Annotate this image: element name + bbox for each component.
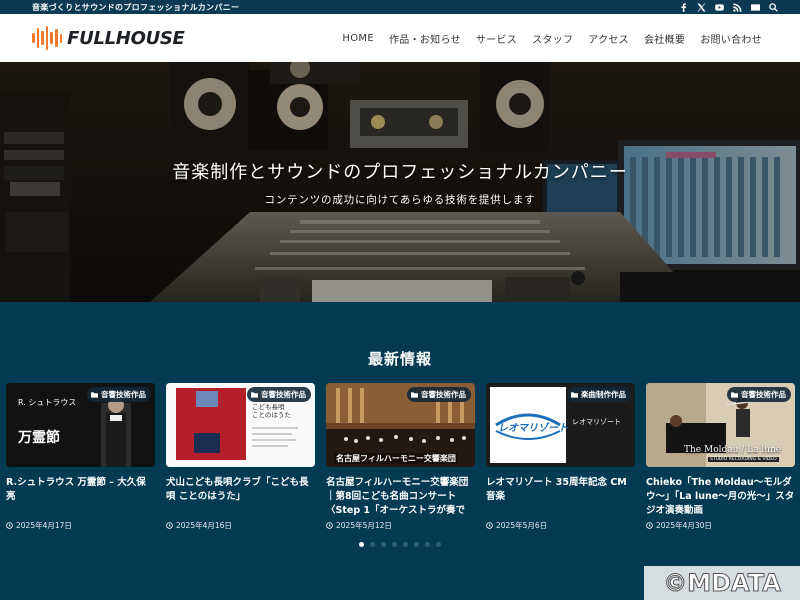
news-card-title[interactable]: 名古屋フィルハーモニー交響楽団｜第8回こども名曲コンサート〈Step 1「オーケ… [326,476,475,518]
news-card-thumbnail[interactable]: 名古屋フィルハーモニー交響楽団 音響技術作品 [326,383,475,467]
date-text: 2025年4月30日 [656,521,712,530]
category-badge[interactable]: 音響技術作品 [727,387,791,402]
category-badge[interactable]: 音響技術作品 [407,387,471,402]
nav-item-staff[interactable]: スタッフ [532,31,573,46]
hero-title: 音楽制作とサウンドのプロフェッショナルカンパニー [172,162,628,183]
news-card[interactable]: R. シュトラウス 万霊節 音響技術作品 R.シュトラウス 万霊節 – 大久保亮… [6,383,155,531]
nav-item-home[interactable]: HOME [342,33,374,44]
category-label: 音響技術作品 [421,390,466,399]
carousel-dot[interactable] [436,542,441,547]
clock-icon [646,522,653,529]
nav-item-services[interactable]: サービス [476,31,517,46]
x-icon[interactable] [697,2,706,12]
carousel-dot[interactable] [381,542,386,547]
news-card-date: 2025年4月16日 [166,520,315,531]
news-card-date: 2025年4月30日 [646,520,795,531]
thumb-caption: 万霊節 [18,430,60,446]
news-card-title[interactable]: レオマリゾート 35周年記念 CM音楽 [486,476,635,518]
category-label: 音響技術作品 [101,390,146,399]
clock-icon [486,522,493,529]
news-card-thumbnail[interactable]: R. シュトラウス 万霊節 音響技術作品 [6,383,155,467]
category-badge[interactable]: 音響技術作品 [87,387,151,402]
nav-item-works-news[interactable]: 作品・お知らせ [389,31,461,46]
hero-subtitle: コンテンツの成功に向けてあらゆる技術を提供します [264,194,536,206]
rss-icon[interactable] [733,2,742,12]
date-text: 2025年4月17日 [16,521,72,530]
thumb-caption-line: ことのはうた [252,411,291,419]
resort-logo-text: レオマリゾート [498,423,568,434]
news-card-date: 2025年5月6日 [486,520,635,531]
watermark: ©MDATA [644,566,800,600]
clock-icon [166,522,173,529]
carousel-pagination [0,542,800,547]
social-links [679,2,778,12]
news-card-thumbnail[interactable]: The Moldau / La lune STUDIO RECORDING & … [646,383,795,467]
news-card[interactable]: 名古屋フィルハーモニー交響楽団 音響技術作品 名古屋フィルハーモニー交響楽団｜第… [326,383,475,531]
news-card-date: 2025年5月12日 [326,520,475,531]
news-card[interactable]: こども長唄 ことのはうた 音響技術作品 犬山こども長唄クラブ「こども長唄 ことの… [166,383,315,531]
news-card-thumbnail[interactable]: レオマリゾート レオマリゾート 楽曲制作作品 [486,383,635,467]
site-header: FULLHOUSE HOME 作品・お知らせ サービス スタッフ アクセス 会社… [0,14,800,62]
date-text: 2025年4月16日 [176,521,232,530]
sound-wave-icon [32,25,63,51]
mail-icon[interactable] [751,3,760,12]
thumb-caption: STUDIO RECORDING & VIDEO [708,457,779,462]
news-carousel: R. シュトラウス 万霊節 音響技術作品 R.シュトラウス 万霊節 – 大久保亮… [6,383,800,531]
facebook-icon[interactable] [679,2,688,12]
clock-icon [6,522,13,529]
carousel-dot[interactable] [403,542,408,547]
folder-icon [411,392,418,398]
news-card-title[interactable]: 犬山こども長唄クラブ「こども長唄 ことのはうた」 [166,476,315,518]
date-text: 2025年5月6日 [496,521,548,530]
youtube-icon[interactable] [715,3,724,12]
carousel-dot[interactable] [425,542,430,547]
news-heading: 最新情報 [367,350,432,368]
hero-banner: 音楽制作とサウンドのプロフェッショナルカンパニー コンテンツの成功に向けてあらゆ… [0,62,800,302]
news-card-date: 2025年4月17日 [6,520,155,531]
nav-item-access[interactable]: アクセス [588,31,629,46]
search-icon[interactable] [769,2,778,12]
news-card-title[interactable]: Chieko「The Moldau～モルダウ～」「La lune～月の光～」スタ… [646,476,795,518]
category-badge[interactable]: 音響技術作品 [247,387,311,402]
carousel-dot[interactable] [370,542,375,547]
folder-icon [571,392,578,398]
folder-icon [731,392,738,398]
thumb-caption-line: こども長唄 [252,403,285,411]
nav-item-contact[interactable]: お問い合わせ [700,31,762,46]
carousel-dot[interactable] [392,542,397,547]
site-logo[interactable]: FULLHOUSE [32,25,185,51]
thumb-caption: R. シュトラウス [18,398,77,407]
category-badge[interactable]: 楽曲制作作品 [567,387,631,402]
nav-item-company[interactable]: 会社概要 [644,31,685,46]
thumb-caption: レオマリゾート [572,418,621,426]
site-tagline: 音楽づくりとサウンドのプロフェッショナルカンパニー [32,2,240,12]
thumb-caption: こども長唄 ことのはうた [252,403,291,419]
news-card-thumbnail[interactable]: こども長唄 ことのはうた 音響技術作品 [166,383,315,467]
folder-icon [251,392,258,398]
thumb-caption: The Moldau / La lune [684,445,782,455]
main-nav: HOME 作品・お知らせ サービス スタッフ アクセス 会社概要 お問い合わせ [342,31,762,46]
top-bar: 音楽づくりとサウンドのプロフェッショナルカンパニー [0,0,800,14]
category-label: 音響技術作品 [261,390,306,399]
clock-icon [326,522,333,529]
carousel-dot[interactable] [414,542,419,547]
news-card-title[interactable]: R.シュトラウス 万霊節 – 大久保亮 [6,476,155,518]
carousel-dot[interactable] [359,542,364,547]
category-label: 音響技術作品 [741,390,786,399]
thumb-caption: 名古屋フィルハーモニー交響楽団 [334,453,458,464]
news-card[interactable]: レオマリゾート レオマリゾート 楽曲制作作品 レオマリゾート 35周年記念 CM… [486,383,635,531]
logo-text: FULLHOUSE [67,27,185,49]
folder-icon [91,392,98,398]
date-text: 2025年5月12日 [336,521,392,530]
news-card[interactable]: The Moldau / La lune STUDIO RECORDING & … [646,383,795,531]
category-label: 楽曲制作作品 [581,390,626,399]
